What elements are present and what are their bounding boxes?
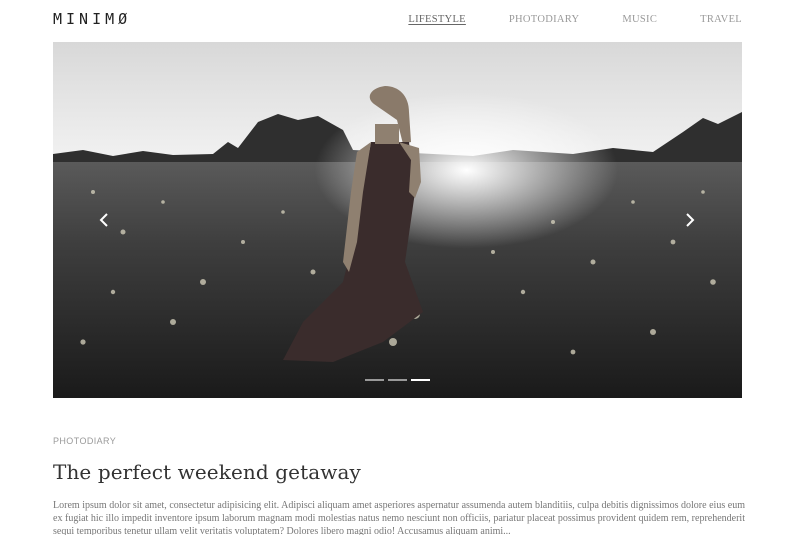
slider-dot-3[interactable]	[411, 379, 430, 381]
slider-next-button[interactable]	[682, 210, 698, 230]
nav-item-photodiary[interactable]: PHOTODIARY	[509, 14, 579, 25]
slider-dot-1[interactable]	[365, 379, 384, 381]
nav-item-music[interactable]: MUSIC	[622, 14, 657, 25]
hero-slider	[53, 42, 742, 398]
post-category[interactable]: PHOTODIARY	[53, 436, 116, 446]
site-header: MINIMØ LIFESTYLE PHOTODIARY MUSIC TRAVEL	[0, 0, 800, 40]
post-excerpt: Lorem ipsum dolor sit amet, consectetur …	[53, 500, 745, 535]
slider-prev-button[interactable]	[96, 210, 112, 230]
nav-item-travel[interactable]: TRAVEL	[700, 14, 742, 25]
chevron-left-icon	[99, 213, 108, 227]
hero-image	[53, 42, 742, 398]
nav-item-lifestyle[interactable]: LIFESTYLE	[408, 14, 466, 25]
chevron-right-icon	[686, 213, 695, 227]
main-nav: LIFESTYLE PHOTODIARY MUSIC TRAVEL	[365, 14, 742, 25]
site-logo[interactable]: MINIMØ	[53, 10, 131, 28]
slider-pagination	[365, 379, 430, 381]
post-title[interactable]: The perfect weekend getaway	[53, 460, 361, 484]
slider-dot-2[interactable]	[388, 379, 407, 381]
